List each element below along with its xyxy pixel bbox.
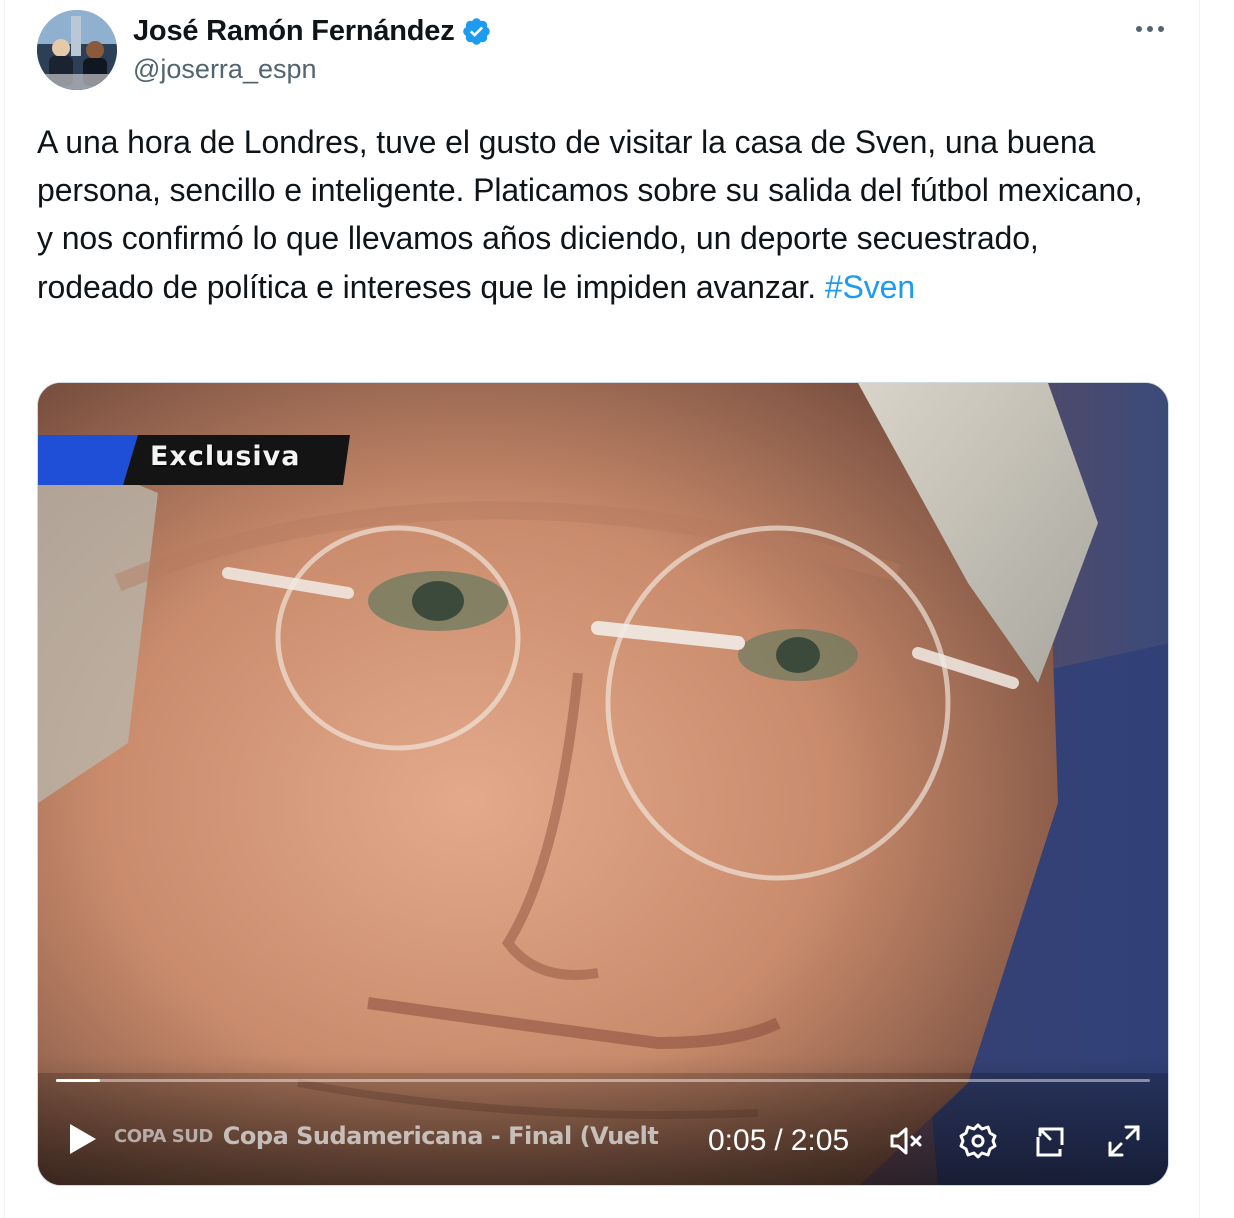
author-name-row[interactable]: José Ramón Fernández [133,12,492,50]
progress-fill [56,1079,100,1082]
exclusiva-label: Exclusiva [150,441,301,472]
hashtag-link[interactable]: #Sven [825,269,915,305]
lower-third-text: Copa Sudamericana - Final (Vuelt [222,1122,659,1150]
more-icon [1136,26,1164,32]
lower-third-logo: COPA SUD [114,1125,213,1147]
volume-muted-icon [890,1127,922,1155]
play-icon [70,1124,96,1154]
avatar[interactable] [37,10,117,90]
mute-button[interactable] [886,1121,926,1161]
author-name[interactable]: José Ramón Fernández [133,15,455,48]
author-handle[interactable]: @joserra_espn [133,54,317,85]
tweet-body: A una hora de Londres, tuve el gusto de … [37,124,1143,305]
time-display: 0:05 / 2:05 [708,1121,849,1161]
fullscreen-button[interactable] [1104,1121,1144,1161]
time-separator: / [774,1124,783,1157]
settings-button[interactable] [958,1121,998,1161]
duration: 2:05 [790,1124,850,1157]
verified-badge-icon[interactable] [461,16,492,47]
tweet-text: A una hora de Londres, tuve el gusto de … [37,118,1147,311]
more-button[interactable] [1130,14,1170,44]
lower-third-caption: COPA SUD Copa Sudamericana - Final (Vuel… [114,1119,659,1153]
video-player[interactable]: Exclusiva COPA SUD Copa Sudamericana - F… [37,382,1169,1186]
progress-bar[interactable] [56,1079,1150,1082]
picture-in-picture-icon [1036,1127,1064,1157]
fullscreen-icon [1108,1125,1140,1157]
current-time: 0:05 [708,1124,767,1157]
settings-icon [959,1123,997,1159]
picture-in-picture-button[interactable] [1032,1121,1072,1161]
play-button[interactable] [64,1121,100,1157]
